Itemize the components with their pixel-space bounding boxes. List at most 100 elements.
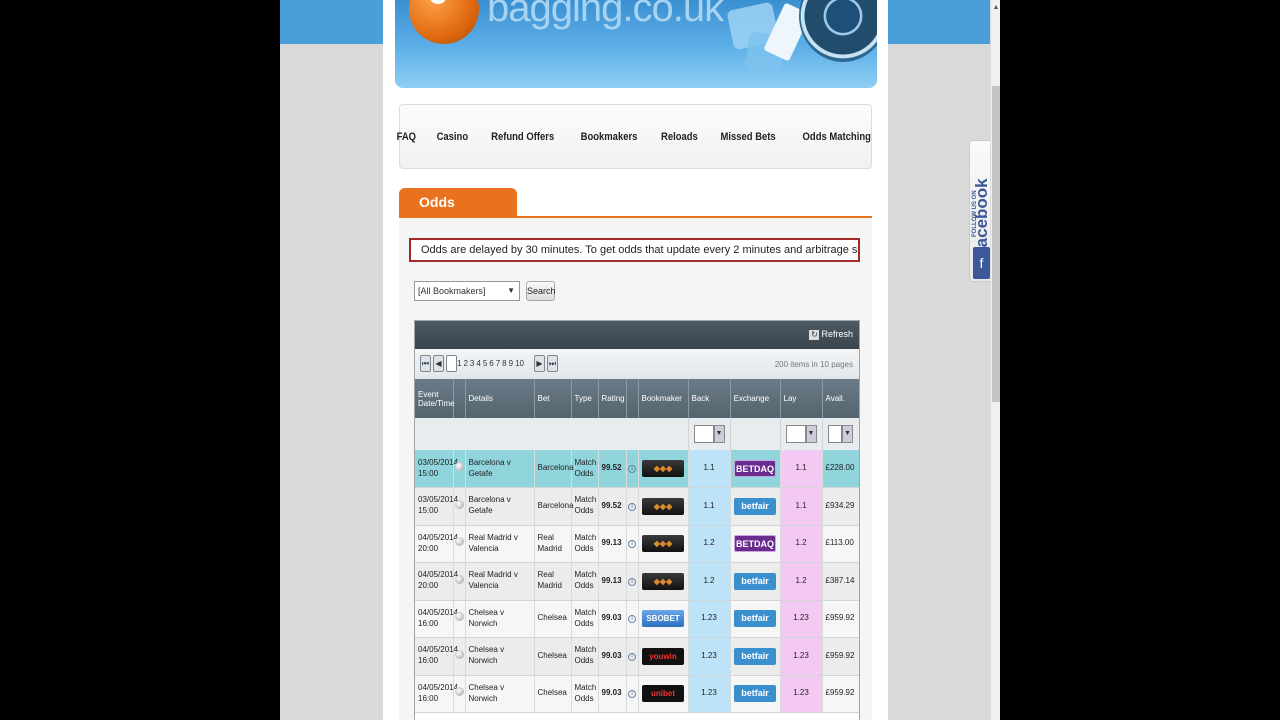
back-odds: 1.2 [688, 562, 731, 601]
odds-table: Event Date/Time Details Bet Type Rating Bookm… [415, 379, 859, 713]
nav-casino[interactable]: Casino [436, 131, 468, 143]
column-header[interactable]: Lay [780, 379, 823, 418]
table-row[interactable]: 04/05/2014 20:00 Real Madrid v Valencia Rea… [415, 562, 859, 601]
info-cell: i [626, 450, 639, 488]
column-header[interactable]: Rating [598, 379, 627, 418]
scroll-thumb[interactable] [992, 86, 1000, 402]
page-number-link[interactable]: 3 [470, 359, 474, 368]
table-row[interactable]: 03/05/2014 15:00 Barcelona v Getafe Barcelo… [415, 487, 859, 526]
search-button[interactable]: Search [526, 281, 556, 301]
event-time: 15:00 [418, 506, 439, 516]
exchange-logo[interactable]: BETDAQ [734, 535, 776, 553]
filter-icon[interactable]: ▼ [805, 424, 817, 443]
bookmaker-logo[interactable]: youwin [642, 647, 684, 665]
bookmaker-logo[interactable]: ◆◆◆ [642, 460, 684, 477]
bet-selection: Barcelona [534, 487, 574, 526]
info-icon[interactable]: i [628, 652, 636, 661]
page-number-link[interactable]: 1 [457, 359, 461, 368]
info-icon[interactable]: i [628, 465, 636, 474]
market-type: Match Odds [571, 600, 599, 638]
page-number-link[interactable]: 2 [463, 359, 467, 368]
rating-value: 99.13 [598, 562, 627, 601]
logo-ball-icon [409, 0, 479, 44]
refresh-button[interactable]: ↻ Refresh [809, 329, 853, 340]
exchange-logo[interactable]: betfair [734, 497, 776, 515]
page-number-link[interactable]: 10 [515, 359, 524, 368]
page-number-link[interactable]: 4 [476, 359, 480, 368]
nav-faq[interactable]: FAQ [397, 131, 416, 143]
bet-selection: Chelsea [534, 637, 572, 676]
lay-odds: 1.23 [780, 637, 823, 676]
column-header[interactable] [626, 379, 639, 418]
column-header[interactable]: Exchange [730, 379, 781, 418]
exchange-logo[interactable]: betfair [734, 685, 776, 703]
page-container: bagging.co.uk FAQ Casino Refund Offers B… [383, 0, 888, 720]
table-row[interactable]: 04/05/2014 16:00 Chelsea v Norwich Chelsea M… [415, 600, 859, 638]
rating-value: 99.52 [598, 487, 627, 526]
bookmaker-logo[interactable]: ◆◆◆ [642, 535, 684, 553]
refresh-label: Refresh [821, 329, 853, 339]
nav-refund-offers[interactable]: Refund Offers [491, 131, 554, 143]
info-icon[interactable]: i [628, 577, 636, 586]
back-filter-input[interactable] [693, 424, 714, 443]
page-number-link[interactable]: 5 [483, 359, 487, 368]
bookmaker-logo[interactable]: ◆◆◆ [642, 497, 684, 515]
page-number-link[interactable]: 9 [509, 359, 513, 368]
next-page-icon[interactable]: ▶ [534, 355, 545, 372]
page-number-link[interactable]: 7 [496, 359, 500, 368]
event-date: 04/05/2014 [418, 682, 459, 692]
bookmaker-logo[interactable]: ◆◆◆ [642, 572, 684, 590]
page-scrollbar[interactable]: ▲ [990, 0, 1000, 720]
table-row[interactable]: 04/05/2014 16:00 Chelsea v Norwich Chelsea M… [415, 637, 859, 676]
sport-cell [453, 600, 466, 638]
info-icon[interactable]: i [628, 690, 636, 699]
site-banner[interactable]: bagging.co.uk [395, 0, 877, 88]
filter-icon[interactable]: ▼ [713, 424, 725, 443]
info-cell: i [626, 600, 639, 638]
table-row[interactable]: 04/05/2014 16:00 Chelsea v Norwich Chelsea M… [415, 675, 859, 713]
item-count: 200 items in 10 pages [774, 360, 853, 369]
exchange-cell: betfair [730, 487, 781, 526]
column-header[interactable]: Bet [534, 379, 572, 418]
nav-reloads[interactable]: Reloads [661, 131, 698, 143]
info-icon[interactable]: i [628, 502, 636, 511]
lay-filter-input[interactable] [785, 424, 806, 443]
market-type: Match Odds [571, 637, 599, 676]
bookmaker-logo[interactable]: SBOBET [642, 610, 684, 628]
last-page-icon[interactable]: ⏭ [547, 355, 558, 372]
column-header[interactable]: Avail. [822, 379, 859, 418]
event-date: 04/05/2014 [418, 570, 459, 580]
column-header[interactable]: Back [688, 379, 731, 418]
column-header[interactable]: Bookmaker [638, 379, 689, 418]
table-row[interactable]: 03/05/2014 15:00 Barcelona v Getafe Barcelo… [415, 450, 859, 488]
table-row[interactable]: 04/05/2014 20:00 Real Madrid v Valencia Rea… [415, 525, 859, 563]
first-page-icon[interactable]: ⏮ [420, 355, 431, 372]
bet-selection: Barcelona [534, 450, 574, 488]
exchange-logo[interactable]: BETDAQ [734, 460, 776, 477]
prev-page-icon[interactable]: ◀ [433, 355, 444, 372]
scroll-up-icon[interactable]: ▲ [992, 4, 1000, 14]
info-icon[interactable]: i [628, 540, 636, 549]
column-header[interactable]: Type [571, 379, 599, 418]
column-header[interactable]: Details [465, 379, 535, 418]
column-header[interactable]: Event Date/Time [415, 379, 455, 418]
bet-selection: Chelsea [534, 675, 572, 713]
football-icon [454, 649, 464, 659]
filter-icon[interactable]: ▼ [842, 424, 853, 443]
main-navigation: FAQ Casino Refund Offers Bookmakers Relo… [397, 104, 872, 169]
exchange-filter [730, 418, 781, 450]
exchange-logo[interactable]: betfair [734, 647, 776, 665]
page-number-link[interactable]: 6 [489, 359, 493, 368]
exchange-logo[interactable]: betfair [734, 572, 776, 590]
avail-filter-input[interactable] [828, 424, 842, 443]
bookmaker-select[interactable]: [All Bookmakers] ▼ [414, 281, 520, 301]
page-number-link[interactable]: 8 [502, 359, 506, 368]
exchange-logo[interactable]: betfair [734, 610, 776, 628]
info-icon[interactable]: i [628, 615, 636, 624]
nav-odds-matching[interactable]: Odds Matching [802, 131, 870, 143]
nav-bookmakers[interactable]: Bookmakers [580, 131, 637, 143]
nav-missed-bets[interactable]: Missed Bets [721, 131, 776, 143]
page-1-button[interactable] [446, 355, 457, 372]
event-datetime: 04/05/2014 20:00 [415, 525, 458, 563]
bookmaker-logo[interactable]: unibet [642, 685, 684, 703]
